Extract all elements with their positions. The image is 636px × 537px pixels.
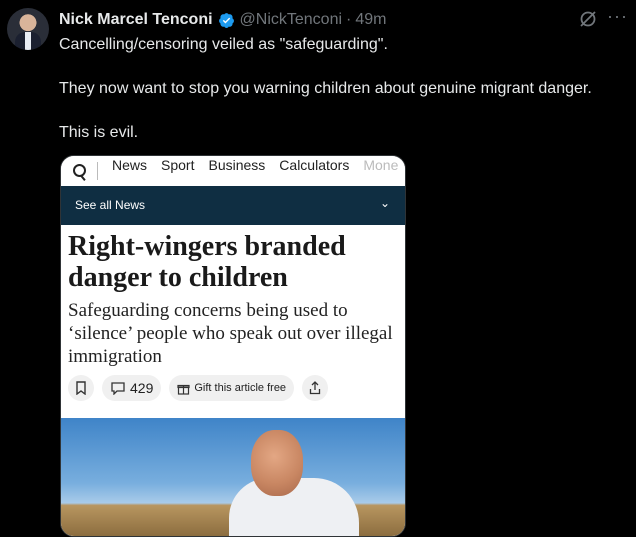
grok-icon[interactable]: [578, 9, 598, 29]
photo-subject-head: [251, 430, 303, 496]
header-separator: ·: [346, 11, 352, 28]
bookmark-button: [68, 375, 94, 401]
article-standfirst: Safeguarding concerns being used to ‘sil…: [68, 300, 393, 367]
article-screenshot[interactable]: News Sport Business Calculators Mone See…: [60, 155, 406, 537]
nav-item-sport: Sport: [161, 157, 195, 173]
comments-button: 429: [102, 375, 162, 401]
tweet-paragraph: This is evil.: [59, 124, 139, 141]
see-all-news-label: See all News: [75, 198, 146, 212]
site-navbar: News Sport Business Calculators Mone: [61, 156, 405, 187]
avatar-shirt: [25, 32, 31, 50]
tweet-paragraph: Cancelling/censoring veiled as "safeguar…: [59, 36, 388, 53]
share-icon: [309, 381, 321, 395]
article-photo: [61, 418, 405, 536]
gift-label: Gift this article free: [194, 382, 287, 394]
gift-article-button: Gift this article free: [169, 375, 295, 401]
share-button: [302, 375, 329, 401]
comment-count: 429: [130, 380, 154, 396]
more-options-icon[interactable]: ···: [607, 6, 628, 27]
nav-divider: [97, 162, 98, 180]
nav-items: News Sport Business Calculators Mone: [112, 157, 398, 173]
bookmark-icon: [76, 381, 86, 395]
tweet-paragraph: They now want to stop you warning childr…: [59, 80, 592, 97]
section-subnav: See all News ⌄: [61, 186, 405, 225]
gift-icon: [177, 384, 190, 395]
author-name[interactable]: Nick Marcel Tenconi: [59, 11, 213, 29]
tweet-text: Cancelling/censoring veiled as "safeguar…: [59, 34, 634, 144]
nav-item-calculators: Calculators: [279, 157, 350, 173]
nav-item-money: Mone: [363, 157, 399, 173]
article-headline: Right-wingers branded danger to children: [68, 231, 346, 293]
author-avatar[interactable]: [7, 8, 49, 50]
tweet-time[interactable]: 49m: [355, 11, 386, 29]
nav-item-business: Business: [208, 157, 266, 173]
author-handle[interactable]: @NickTenconi: [240, 11, 343, 29]
comment-icon: [111, 382, 125, 395]
search-icon: [73, 164, 86, 177]
verified-badge-icon: [218, 12, 234, 28]
nav-item-news: News: [112, 157, 148, 173]
chevron-down-icon: ⌄: [379, 196, 390, 210]
article-actions: 429 Gift this article free: [68, 375, 329, 401]
tweet-header: Nick Marcel Tenconi @NickTenconi · 49m: [59, 10, 386, 30]
